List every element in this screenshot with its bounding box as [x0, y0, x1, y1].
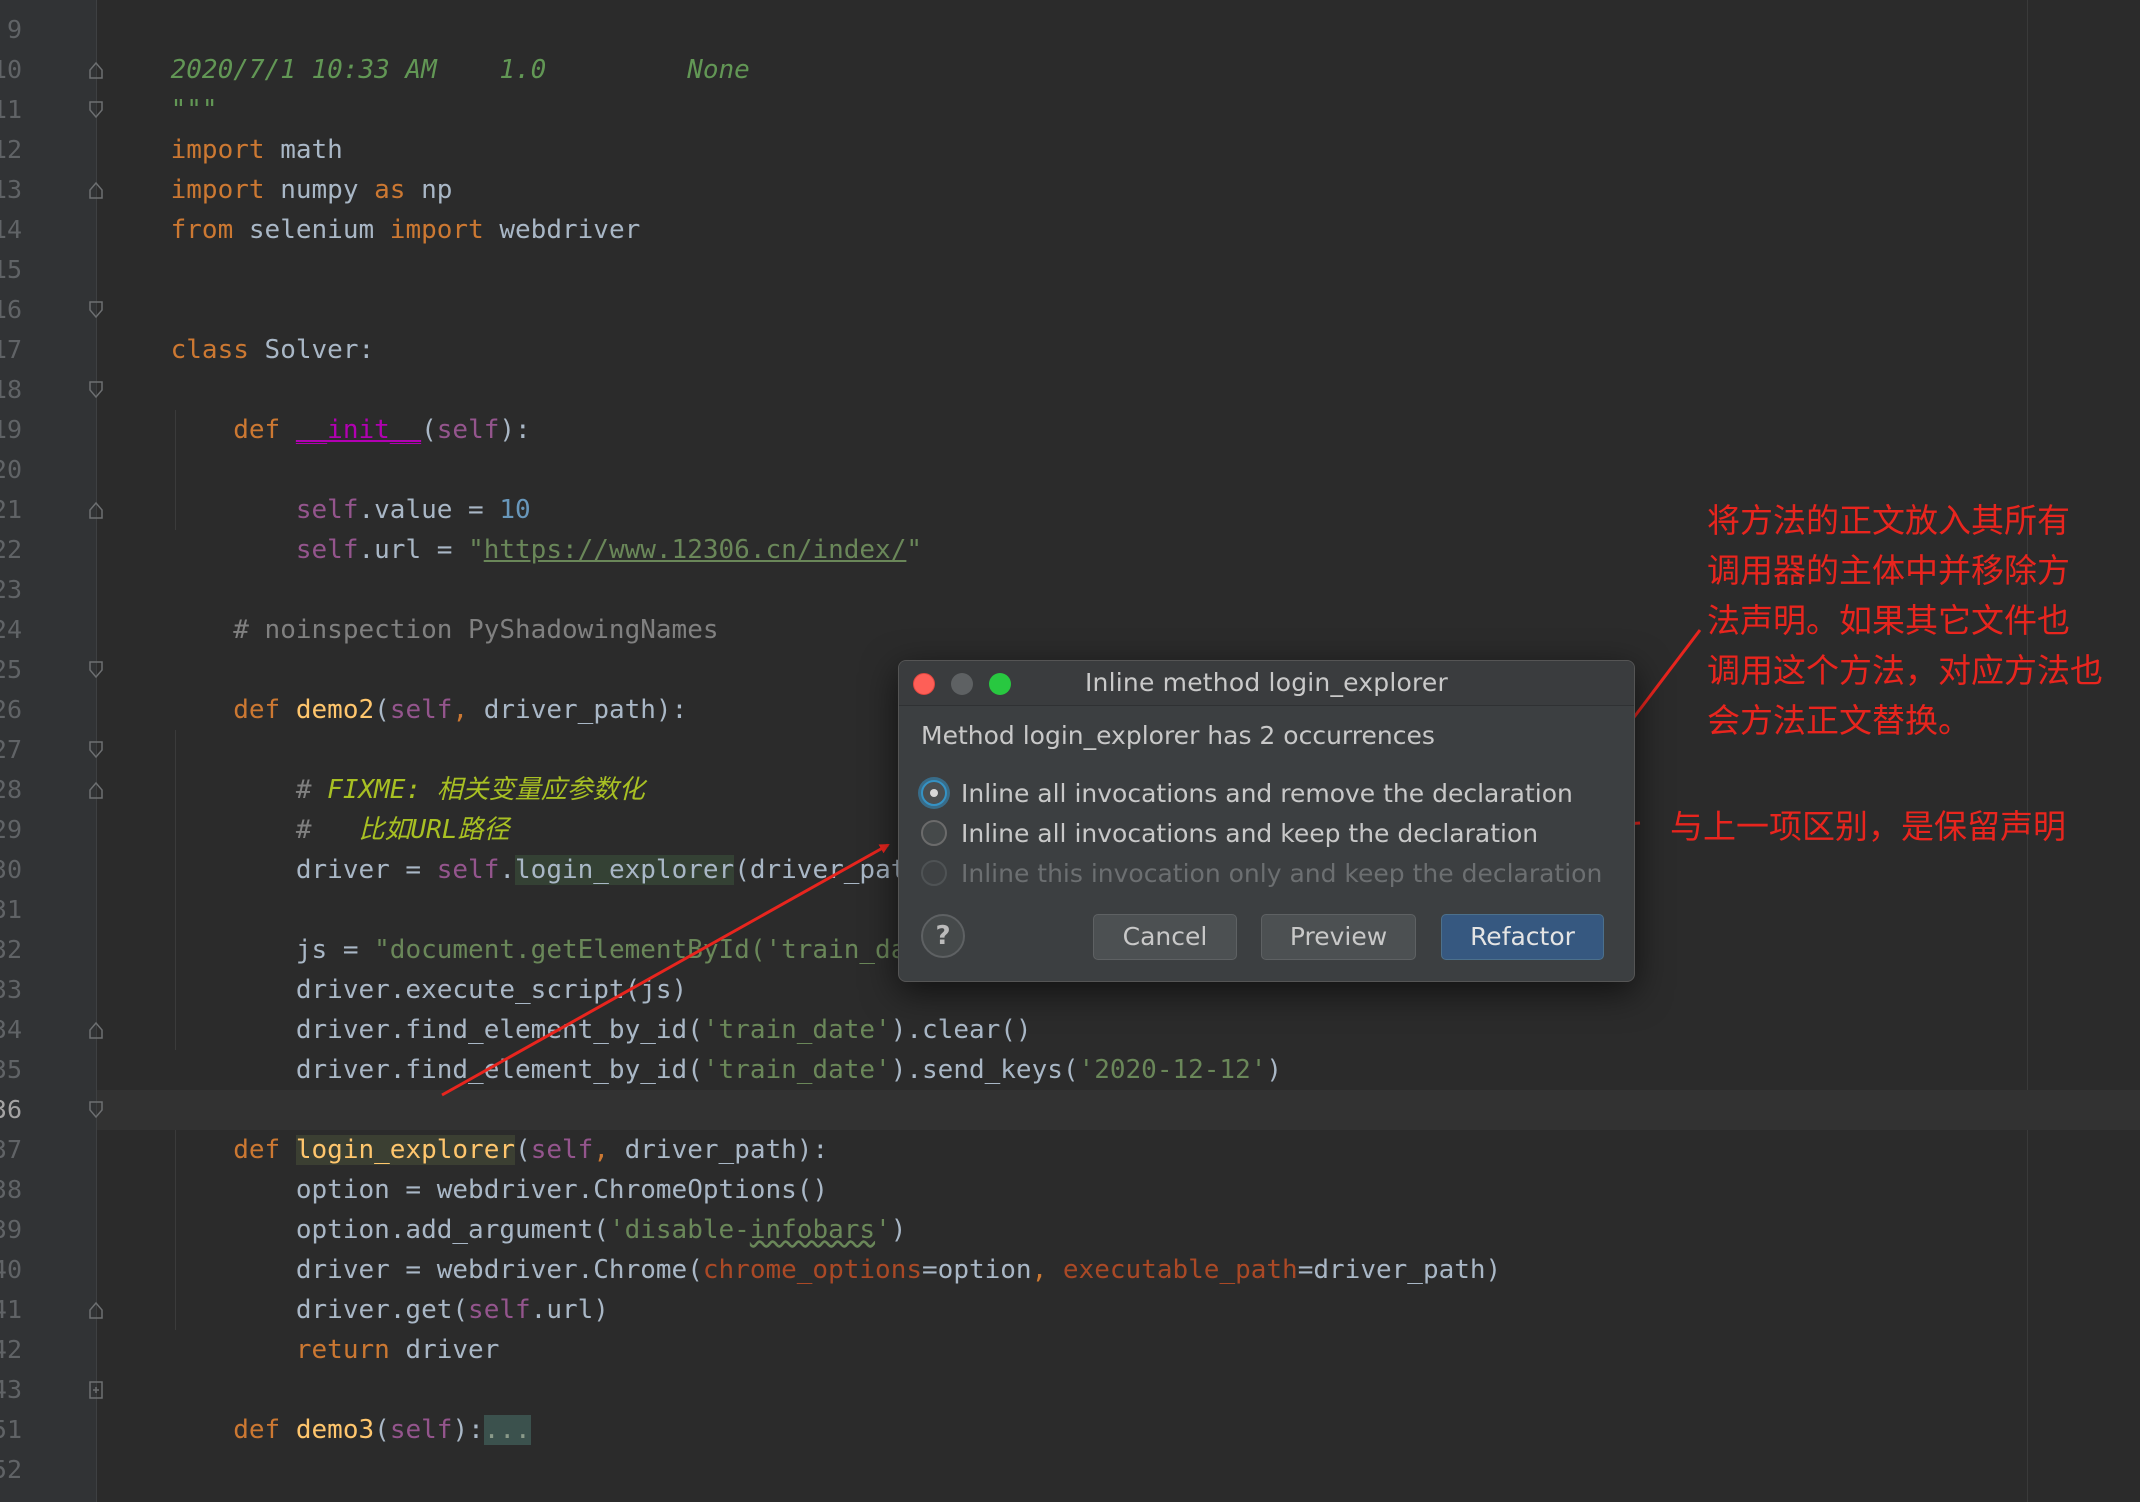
ide-screenshot: 9101112131415161718192021222324252627282… — [0, 0, 2140, 1502]
option-inline-all-keep[interactable]: Inline all invocations and keep the decl… — [921, 815, 1538, 851]
help-button[interactable]: ? — [921, 914, 965, 958]
annotation-line: 将方法的正文放入其所有 — [1707, 501, 2070, 540]
occurrences-message: Method login_explorer has 2 occurrences — [921, 721, 1435, 750]
cancel-button[interactable]: Cancel — [1093, 914, 1237, 960]
inline-method-dialog: Inline method login_explorer Method logi… — [898, 660, 1635, 982]
refactor-button[interactable]: Refactor — [1441, 914, 1604, 960]
option-label: Inline this invocation only and keep the… — [961, 858, 1603, 888]
dialog-titlebar[interactable]: Inline method login_explorer — [899, 661, 1634, 706]
option-inline-this-only: Inline this invocation only and keep the… — [921, 855, 1602, 891]
annotation-line: 调用这个方法，对应方法也 — [1707, 651, 2103, 690]
annotation-line: 调用器的主体中并移除方 — [1707, 551, 2070, 590]
radio-disabled — [921, 860, 947, 886]
option-label: Inline all invocations and remove the de… — [961, 778, 1573, 808]
annotation-note-remove-declaration: 将方法的正文放入其所有 调用器的主体中并移除方 法声明。如果其它文件也 调用这个… — [1707, 496, 2103, 746]
radio-unselected[interactable] — [921, 820, 947, 846]
annotation-line: 法声明。如果其它文件也 — [1707, 601, 2070, 640]
option-inline-all-remove[interactable]: Inline all invocations and remove the de… — [921, 775, 1573, 811]
annotation-line: 会方法正文替换。 — [1707, 701, 1971, 740]
dialog-title: Inline method login_explorer — [1084, 668, 1448, 697]
radio-selected[interactable] — [921, 780, 947, 806]
option-label: Inline all invocations and keep the decl… — [961, 818, 1539, 848]
annotation-note-keep-declaration: 与上一项区别，是保留声明 — [1670, 807, 2066, 846]
preview-button[interactable]: Preview — [1261, 914, 1416, 960]
arrow-to-dialog — [441, 843, 890, 1097]
